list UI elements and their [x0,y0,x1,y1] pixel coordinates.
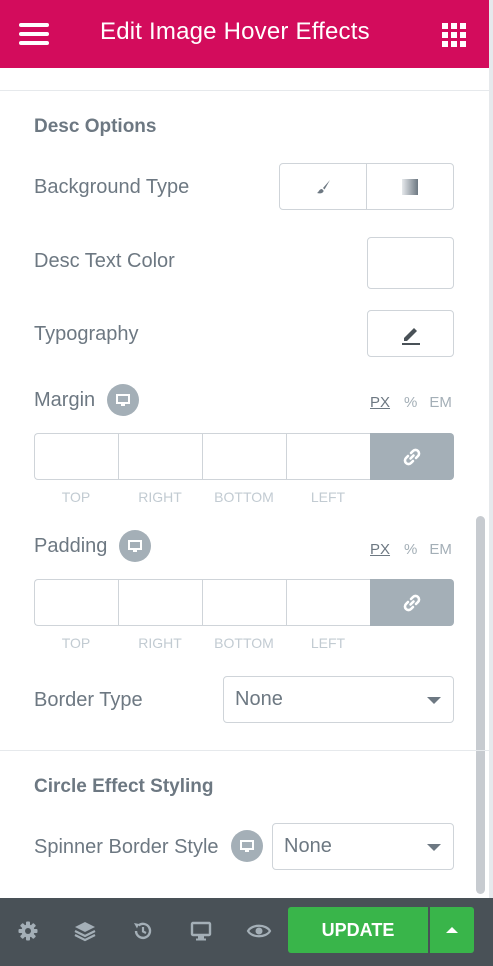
padding-bottom-input[interactable] [202,579,286,626]
update-options-button[interactable] [430,907,474,953]
background-gradient-option[interactable] [366,164,453,209]
padding-top-input[interactable] [34,579,118,626]
margin-left-input[interactable] [286,433,370,480]
scrollbar[interactable] [476,516,485,894]
spinner-border-style-label: Spinner Border Style [34,836,219,858]
panel-title: Edit Image Hover Effects [100,18,370,45]
hamburger-icon[interactable] [19,23,49,45]
brush-icon [317,179,330,193]
margin-dimensions [34,433,454,480]
update-button[interactable]: UPDATE [288,907,428,953]
divider [0,90,489,91]
border-type-select[interactable]: None [223,676,454,723]
unit-percent[interactable]: % [404,394,417,411]
margin-top-input[interactable] [34,433,118,480]
preview-icon[interactable] [246,918,272,944]
border-type-label: Border Type [34,689,143,711]
spinner-border-style-value: None [284,835,332,857]
padding-left-input[interactable] [286,579,370,626]
margin-right-input[interactable] [118,433,202,480]
panel-footer: UPDATE [0,898,493,966]
unit-px[interactable]: PX [370,394,390,411]
chevron-down-icon [427,844,441,851]
margin-units: PX % EM [370,394,452,411]
margin-left-label: LEFT [310,489,346,505]
spinner-border-style-select[interactable]: None [272,823,454,870]
unit-em[interactable]: EM [429,394,452,411]
padding-link-button[interactable] [370,579,454,626]
unit-em[interactable]: EM [429,541,452,558]
settings-icon[interactable] [15,918,41,944]
padding-dimensions [34,579,454,626]
link-icon [403,448,421,465]
link-icon [403,594,421,611]
margin-right-label: RIGHT [138,489,182,505]
padding-bottom-label: BOTTOM [214,635,274,651]
chevron-down-icon [427,697,441,704]
border-type-value: None [235,688,283,710]
background-type-label: Background Type [34,176,190,198]
padding-units: PX % EM [370,541,452,558]
caret-up-icon [446,927,458,933]
desc-text-color-picker[interactable] [367,237,454,289]
background-type-choices [279,163,454,210]
padding-right-label: RIGHT [138,635,182,651]
padding-left-label: LEFT [310,635,346,651]
section-title-circle-effect: Circle Effect Styling [34,776,214,797]
unit-percent[interactable]: % [404,541,417,558]
divider [0,750,489,751]
padding-right-input[interactable] [118,579,202,626]
panel-header: Edit Image Hover Effects [0,0,489,68]
margin-top-label: TOP [61,489,91,505]
responsive-desktop-icon[interactable] [107,384,139,416]
layers-icon[interactable] [72,918,98,944]
history-icon[interactable] [130,918,156,944]
grid-icon[interactable] [442,23,466,47]
margin-bottom-label: BOTTOM [214,489,274,505]
responsive-desktop-icon[interactable] [231,830,263,862]
margin-field-labels: TOP RIGHT BOTTOM LEFT [34,489,370,505]
margin-label: Margin [34,389,96,411]
responsive-icon[interactable] [188,918,214,944]
background-classic-option[interactable] [280,164,366,209]
scroll-track [489,0,493,966]
gradient-icon [402,178,418,195]
margin-bottom-input[interactable] [202,433,286,480]
responsive-desktop-icon[interactable] [119,530,151,562]
section-title-desc-options: Desc Options [34,116,157,137]
padding-field-labels: TOP RIGHT BOTTOM LEFT [34,635,370,651]
padding-label: Padding [34,535,108,557]
desc-text-color-label: Desc Text Color [34,250,175,272]
typography-edit-button[interactable] [367,310,454,357]
margin-link-button[interactable] [370,433,454,480]
unit-px[interactable]: PX [370,541,390,558]
padding-top-label: TOP [61,635,91,651]
pencil-icon [401,327,420,345]
typography-label: Typography [34,323,139,345]
